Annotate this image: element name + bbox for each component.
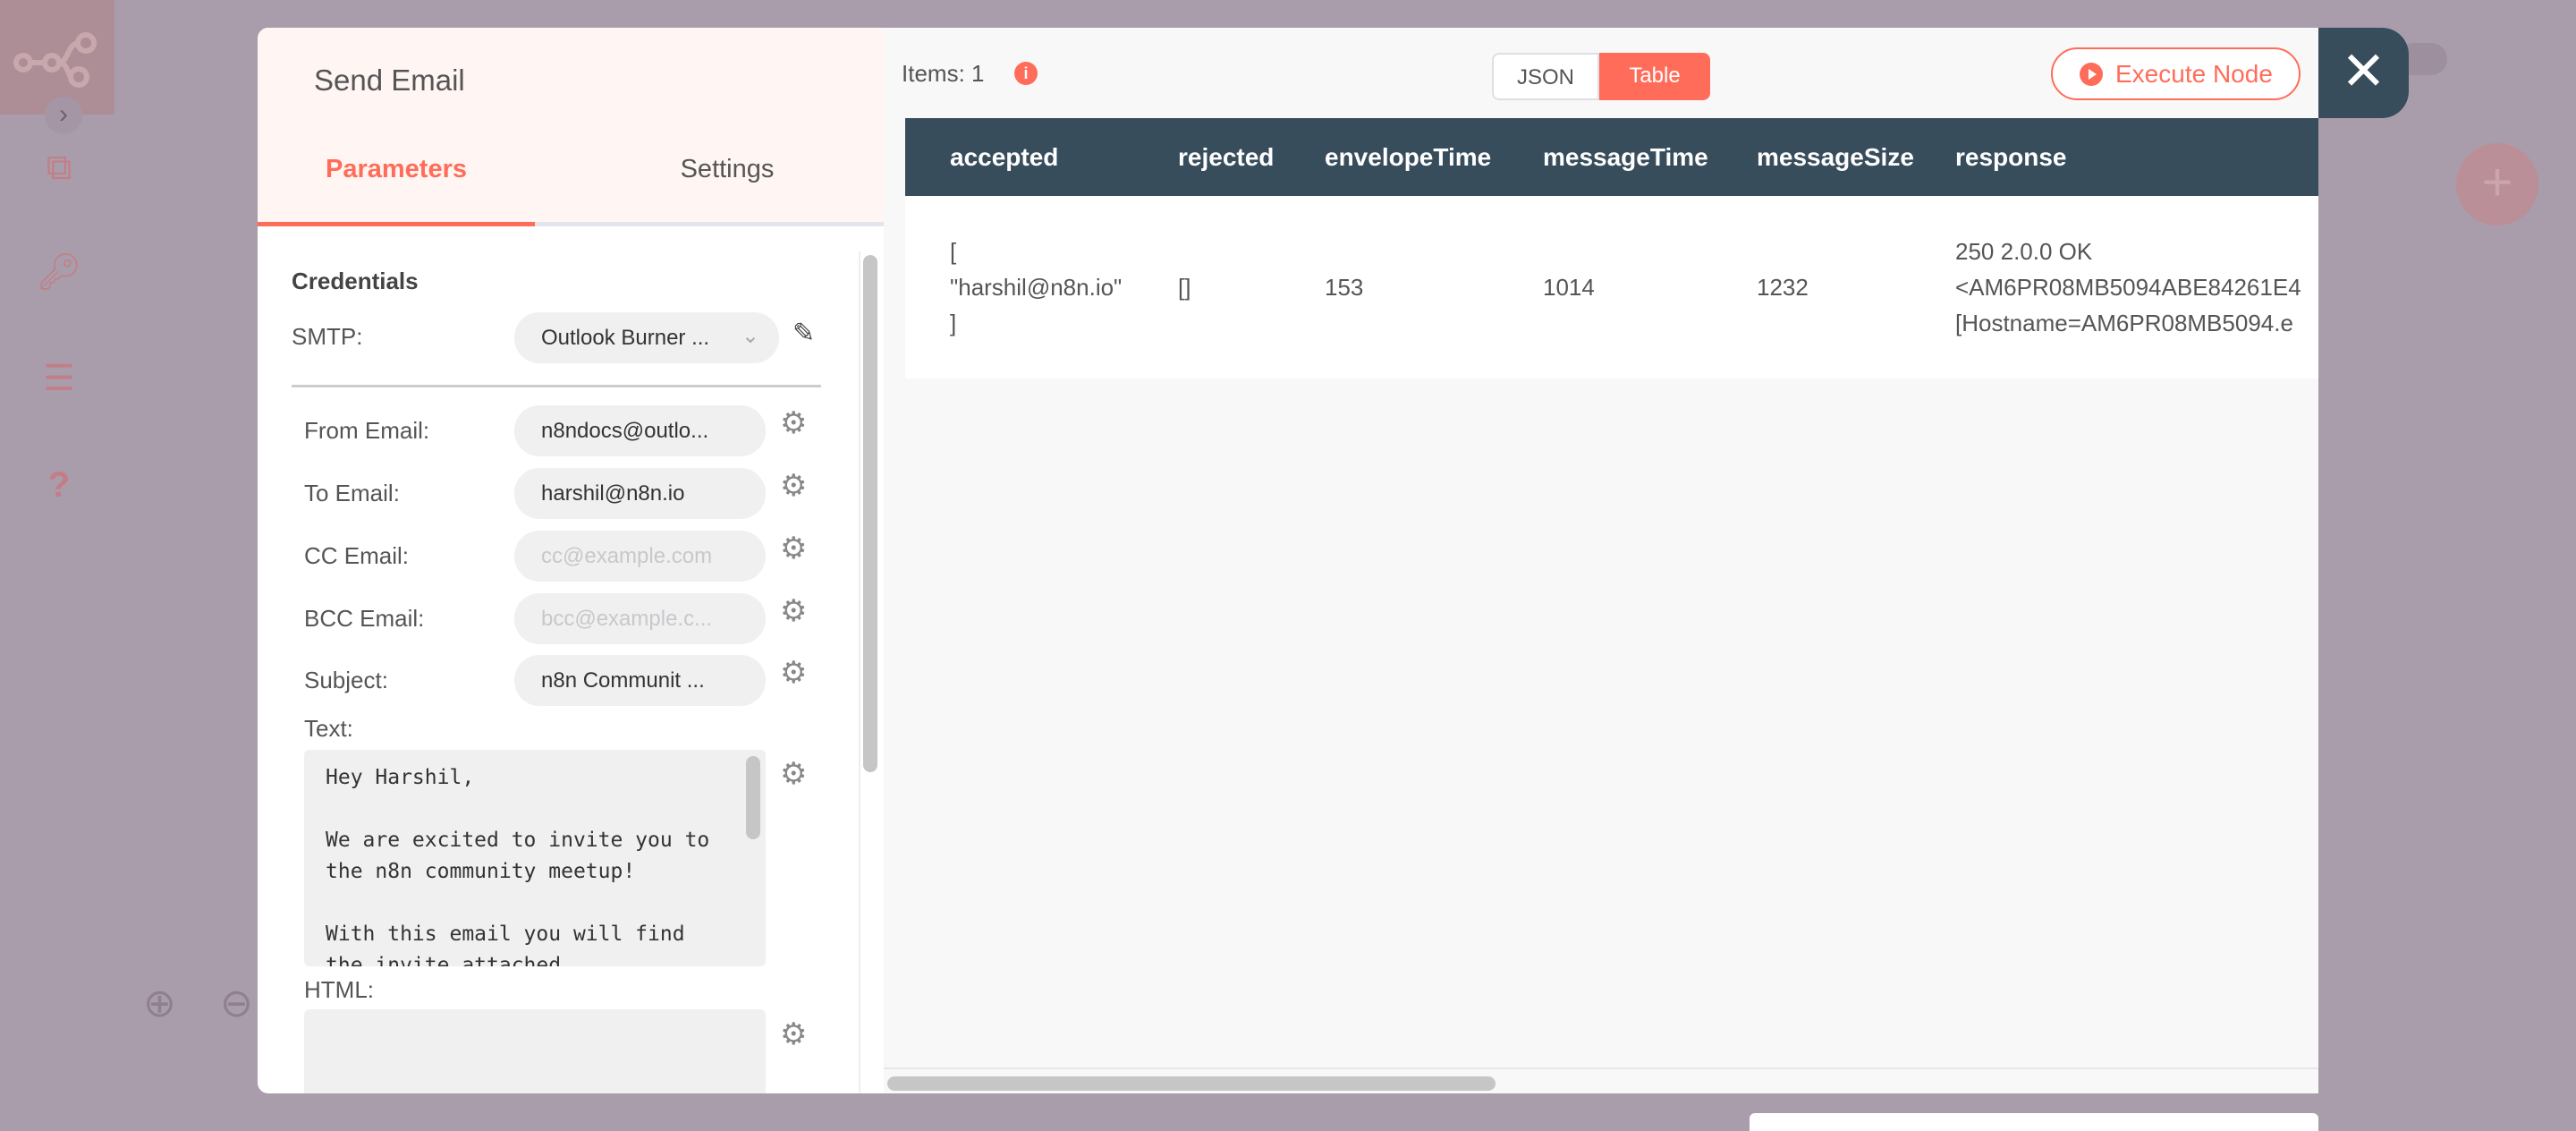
cell-rejected: [] <box>1178 274 1191 301</box>
bcc-email-input[interactable]: bcc@example.c... <box>514 593 766 644</box>
text-label: Text: <box>304 715 353 742</box>
textarea-scrollbar[interactable] <box>746 756 760 839</box>
divider <box>292 385 821 387</box>
play-icon <box>2080 63 2103 86</box>
gear-icon[interactable]: ⚙ <box>780 531 807 566</box>
smtp-label: SMTP: <box>292 323 363 350</box>
expand-sidebar-button[interactable]: › <box>45 97 82 134</box>
subject-label: Subject: <box>304 667 388 693</box>
smtp-credential-select[interactable]: Outlook Burner ... ⌄ <box>514 312 779 363</box>
tab-settings[interactable]: Settings <box>589 155 866 184</box>
column-header: envelopeTime <box>1325 143 1492 171</box>
cell-accepted: [ "harshil@n8n.io" ] <box>950 238 1123 336</box>
node-title[interactable]: Send Email <box>314 64 465 98</box>
items-count: Items: 1 <box>902 60 985 87</box>
view-table-button[interactable]: Table <box>1599 53 1710 100</box>
text-textarea[interactable]: Hey Harshil, We are excited to invite yo… <box>304 750 766 966</box>
zoom-in-icon[interactable]: ⊕ <box>143 981 176 1026</box>
gear-icon[interactable]: ⚙ <box>780 655 807 691</box>
to-email-input[interactable]: harshil@n8n.io <box>514 468 766 519</box>
tab-parameters[interactable]: Parameters <box>258 155 535 184</box>
credentials-heading: Credentials <box>292 268 419 294</box>
help-icon[interactable]: ? <box>23 465 95 506</box>
cell-response: 250 2.0.0 OK <AM6PR08MB5094ABE84261E4 [H… <box>1955 238 2301 336</box>
cell-envelope-time: 153 <box>1325 274 1364 301</box>
zoom-out-icon[interactable]: ⊖ <box>220 981 253 1026</box>
gear-icon[interactable]: ⚙ <box>780 756 807 792</box>
horizontal-scrollbar[interactable] <box>887 1076 1496 1091</box>
from-email-label: From Email: <box>304 417 430 444</box>
view-json-button[interactable]: JSON <box>1492 53 1599 100</box>
vertical-scrollbar[interactable] <box>863 255 877 772</box>
info-icon[interactable]: i <box>1014 62 1038 85</box>
execute-node-button[interactable]: Execute Node <box>2051 47 2301 100</box>
cc-email-label: CC Email: <box>304 542 410 569</box>
to-email-label: To Email: <box>304 480 400 506</box>
html-label: HTML: <box>304 976 374 1003</box>
subject-input[interactable]: n8n Communit ... <box>514 655 766 706</box>
output-panel: Items: 1 i JSON Table Execute Node accep… <box>884 28 2318 1093</box>
from-email-input[interactable]: n8ndocs@outlo... <box>514 405 766 456</box>
key-icon[interactable]: 🔑︎ <box>23 251 95 293</box>
active-tab-indicator <box>258 222 535 226</box>
workflow-icon[interactable]: ⧉ <box>23 148 95 188</box>
column-header: rejected <box>1178 143 1275 171</box>
panel-header <box>258 28 884 226</box>
node-parameters-panel: Send Email Parameters Settings Credentia… <box>258 28 884 1093</box>
smtp-value: Outlook Burner ... <box>541 326 710 350</box>
cell-message-size: 1232 <box>1757 274 1809 301</box>
gear-icon[interactable]: ⚙ <box>780 468 807 504</box>
gear-icon[interactable]: ⚙ <box>780 593 807 629</box>
html-textarea[interactable] <box>304 1009 766 1093</box>
gear-icon[interactable]: ⚙ <box>780 1016 807 1052</box>
executions-list-icon[interactable]: ☰ <box>23 358 95 399</box>
scroll-track <box>884 1067 2318 1069</box>
cell-message-time: 1014 <box>1543 274 1595 301</box>
chevron-down-icon: ⌄ <box>741 324 759 348</box>
add-node-button[interactable]: + <box>2456 143 2538 225</box>
cc-email-input[interactable]: cc@example.com <box>514 531 766 582</box>
pencil-icon[interactable]: ✎ <box>792 318 815 349</box>
table-header: accepted rejected envelopeTime messageTi… <box>905 118 2318 196</box>
table-row: [ "harshil@n8n.io" ] [] 153 1014 1232 25… <box>905 196 2318 378</box>
node-panel <box>1750 1113 2318 1131</box>
column-header: accepted <box>950 143 1059 171</box>
column-header: response <box>1955 143 2067 171</box>
gear-icon[interactable]: ⚙ <box>780 405 807 441</box>
column-header: messageTime <box>1543 143 1708 171</box>
scroll-track <box>859 251 860 1093</box>
bcc-email-label: BCC Email: <box>304 605 425 632</box>
execute-label: Execute Node <box>2115 60 2273 88</box>
close-icon[interactable]: ✕ <box>2318 28 2409 118</box>
column-header: messageSize <box>1757 143 1914 171</box>
